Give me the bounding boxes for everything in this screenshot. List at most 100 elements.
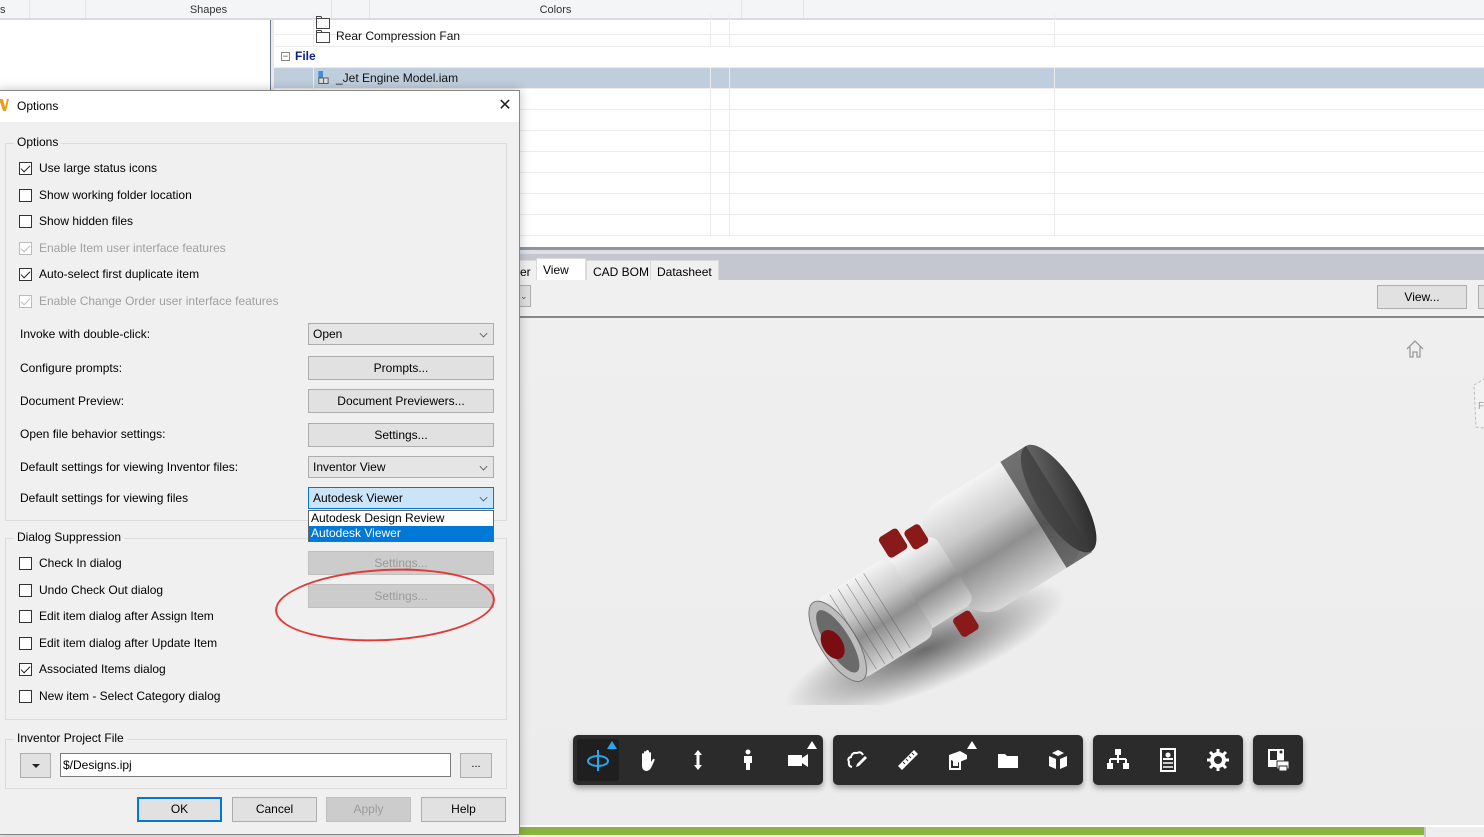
orbit-button[interactable] <box>577 739 619 781</box>
submenu-indicator-icon <box>807 741 817 749</box>
gear-icon <box>1207 749 1229 771</box>
checkbox-edit-after-assign[interactable]: Edit item dialog after Assign Item <box>19 608 214 624</box>
checkbox <box>19 294 32 308</box>
checkbox[interactable] <box>19 662 32 676</box>
camera-icon <box>788 754 808 767</box>
checkbox-check-in-dialog[interactable]: Check In dialog <box>19 555 122 571</box>
close-icon[interactable]: ✕ <box>495 96 515 116</box>
checkbox-auto-select-first-duplicate[interactable]: Auto-select first duplicate item <box>19 266 199 282</box>
dropdown-option-autodesk-viewer[interactable]: Autodesk Viewer <box>309 526 493 541</box>
camera-button[interactable] <box>777 739 819 781</box>
inventor-view-default-combo[interactable]: Inventor View <box>308 456 494 478</box>
checkbox <box>19 241 32 255</box>
dropdown-option-design-review[interactable]: Autodesk Design Review <box>309 511 493 526</box>
checkbox-show-hidden-files[interactable]: Show hidden files <box>19 213 133 229</box>
prompts-button[interactable]: Prompts... <box>308 356 494 380</box>
inventor-view-default-label: Default settings for viewing Inventor fi… <box>20 460 239 474</box>
document-previewers-button[interactable]: Document Previewers... <box>308 389 494 413</box>
3d-viewer[interactable]: Fr <box>520 320 1484 825</box>
view-mode-dropdown[interactable]: ⌄ <box>520 285 531 307</box>
folder-icon <box>316 30 330 43</box>
checkbox[interactable] <box>19 214 32 228</box>
cube-icon <box>1049 750 1067 769</box>
hand-icon <box>642 750 655 771</box>
project-file-input[interactable]: $/Designs.ipj <box>60 753 451 777</box>
submenu-indicator-icon <box>607 741 617 749</box>
jet-engine-model[interactable] <box>775 435 1125 705</box>
view-button[interactable]: View... <box>1377 285 1467 309</box>
zoom-arrows-icon <box>694 750 702 770</box>
chevron-down-icon <box>479 462 488 471</box>
markup-button[interactable] <box>837 739 879 781</box>
person-icon <box>744 749 752 770</box>
section-button[interactable] <box>937 739 979 781</box>
grid-row-selected[interactable]: _Jet Engine Model.iam <box>274 68 1484 89</box>
hierarchy-icon <box>1107 749 1129 769</box>
checkbox-undo-check-out-dialog[interactable]: Undo Check Out dialog <box>19 582 163 598</box>
group-legend: Inventor Project File <box>14 731 127 745</box>
print-tools-group <box>1253 735 1303 785</box>
ruler-icon <box>898 750 918 770</box>
undo-check-out-settings-button: Settings... <box>308 584 494 608</box>
properties-button[interactable] <box>1147 739 1189 781</box>
project-history-dropdown[interactable] <box>20 753 51 778</box>
checkbox[interactable] <box>19 188 32 202</box>
markup-cloud-icon <box>847 751 867 768</box>
checkbox[interactable] <box>19 267 32 281</box>
group-label: File <box>295 49 316 63</box>
print-icon <box>1268 749 1290 772</box>
checkbox-new-item-select-category[interactable]: New item - Select Category dialog <box>19 688 220 704</box>
checkbox[interactable] <box>19 583 32 597</box>
ok-button[interactable]: OK <box>137 797 222 822</box>
checkbox-associated-items-dialog[interactable]: Associated Items dialog <box>19 661 166 677</box>
status-bar <box>520 825 1484 837</box>
dialog-title: Options <box>17 99 59 113</box>
settings-button[interactable] <box>1197 739 1239 781</box>
ribbon-group-label: s <box>0 0 30 18</box>
print-button[interactable] <box>1257 739 1299 781</box>
browse-button[interactable]: ... <box>460 753 492 778</box>
checkbox[interactable] <box>19 609 32 623</box>
invoke-double-click-combo[interactable]: Open <box>308 323 494 345</box>
invoke-double-click-label: Invoke with double-click: <box>20 327 151 341</box>
file-view-default-combo[interactable]: Autodesk Viewer <box>308 487 494 509</box>
cancel-button[interactable]: Cancel <box>232 797 317 822</box>
checkbox-use-large-status-icons[interactable]: Use large status icons <box>19 160 157 176</box>
collapse-icon[interactable]: − <box>281 52 290 61</box>
file-view-default-label: Default settings for viewing files <box>20 491 189 505</box>
structure-button[interactable] <box>1097 739 1139 781</box>
dialog-titlebar[interactable]: Options ✕ <box>0 91 519 122</box>
submenu-indicator-icon <box>967 741 977 749</box>
zoom-button[interactable] <box>677 739 719 781</box>
explode-button[interactable] <box>987 739 1029 781</box>
first-person-button[interactable] <box>727 739 769 781</box>
check-in-settings-button: Settings... <box>308 551 494 575</box>
home-icon[interactable] <box>1404 338 1426 360</box>
grid-row[interactable]: Rear Compression Fan <box>274 26 1484 47</box>
open-file-settings-button[interactable]: Settings... <box>308 423 494 447</box>
section-plane-icon <box>949 751 967 770</box>
checkbox-edit-after-update[interactable]: Edit item dialog after Update Item <box>19 635 217 651</box>
toolbar-button-partial[interactable] <box>1478 285 1484 309</box>
navigation-tools-group <box>573 735 823 785</box>
group-legend: Options <box>14 135 62 149</box>
checkbox[interactable] <box>19 556 32 570</box>
viewcube[interactable]: Fr <box>1470 375 1484 435</box>
grid-item-name: _Jet Engine Model.iam <box>336 71 459 85</box>
model-tools-group <box>833 735 1083 785</box>
chevron-down-icon <box>479 329 488 338</box>
checkbox[interactable] <box>19 636 32 650</box>
measure-button[interactable] <box>887 739 929 781</box>
help-button[interactable]: Help <box>421 797 506 822</box>
grid-group-row[interactable]: − File <box>274 47 1484 68</box>
model-browser-button[interactable] <box>1037 739 1079 781</box>
checkbox[interactable] <box>19 689 32 703</box>
checkbox-show-working-folder-location[interactable]: Show working folder location <box>19 187 192 203</box>
chevron-down-icon <box>479 493 488 502</box>
pan-button[interactable] <box>627 739 669 781</box>
viewer-dropdown-list[interactable]: Autodesk Design Review Autodesk Viewer <box>308 510 494 542</box>
folder-icon <box>998 754 1018 768</box>
apply-button: Apply <box>326 797 411 822</box>
checkbox[interactable] <box>19 161 32 175</box>
open-file-behavior-label: Open file behavior settings: <box>20 427 166 441</box>
